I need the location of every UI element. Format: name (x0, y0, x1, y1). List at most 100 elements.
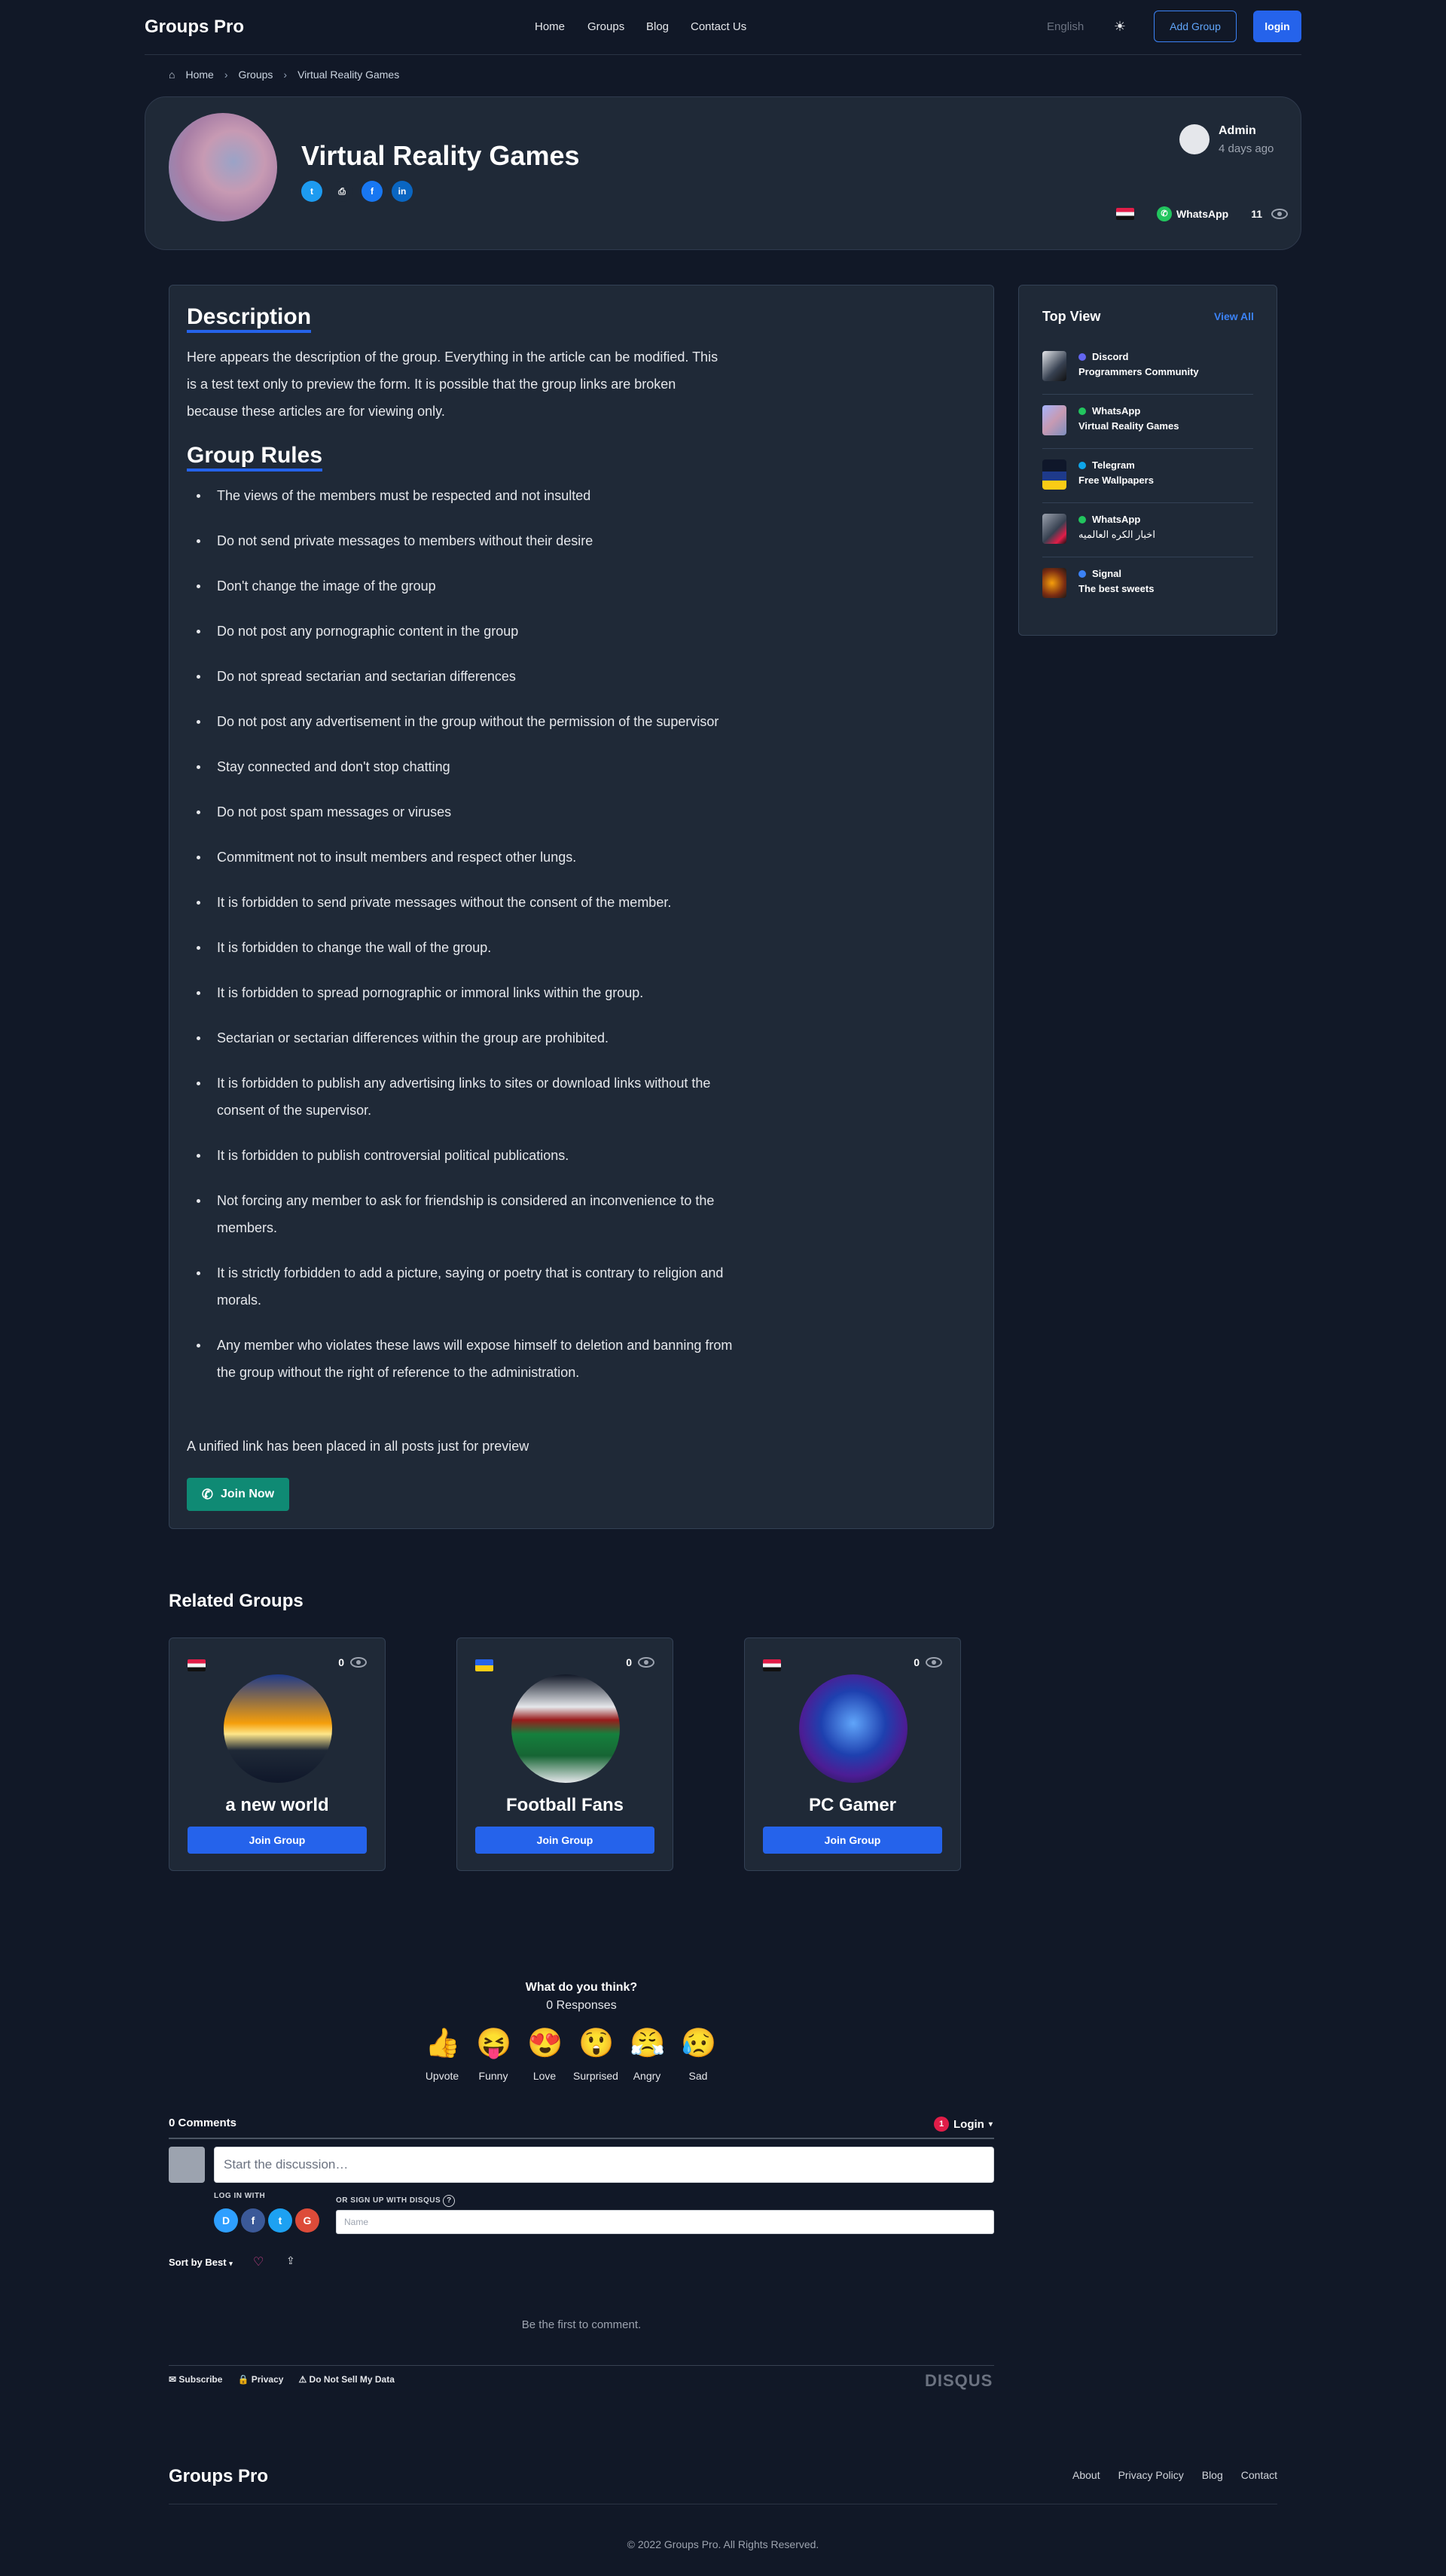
language-selector[interactable]: English (1047, 20, 1084, 33)
angry-face-icon: 😤 (630, 2028, 666, 2059)
nav-blog[interactable]: Blog (646, 20, 669, 33)
reaction-funny[interactable]: 😝 Funny (476, 2026, 511, 2082)
author-name[interactable]: Admin (1219, 124, 1256, 138)
name-input[interactable]: Name (336, 2210, 994, 2234)
top-view-item[interactable]: Telegram Free Wallpapers (1042, 449, 1253, 503)
google-icon[interactable]: G (295, 2208, 319, 2233)
related-group-card: 0 Football Fans Join Group (456, 1637, 673, 1871)
chevron-down-icon: ▾ (988, 2120, 993, 2129)
navbar-divider (145, 54, 1301, 55)
share-icon[interactable]: ⇪ (286, 2254, 295, 2267)
group-image (511, 1674, 620, 1783)
item-platform: Signal (1092, 568, 1122, 579)
group-name[interactable]: a new world (169, 1795, 385, 1816)
reactions-count: 0 Responses (546, 1999, 617, 2012)
rule-item: Stay connected and don't stop chatting (187, 753, 744, 780)
help-icon[interactable]: ? (443, 2195, 456, 2207)
rule-item: It is strictly forbidden to add a pictur… (187, 1259, 744, 1314)
do-not-sell-link[interactable]: ⚠ Do Not Sell My Data (298, 2374, 394, 2385)
group-name[interactable]: Football Fans (457, 1795, 673, 1816)
login-button[interactable]: login (1253, 11, 1301, 42)
breadcrumb: ⌂ Home › Groups › Virtual Reality Games (169, 69, 399, 81)
reaction-surprised[interactable]: 😲 Surprised (573, 2026, 618, 2082)
footer-link-contact[interactable]: Contact (1241, 2469, 1277, 2481)
facebook-icon[interactable]: f (241, 2208, 265, 2233)
breadcrumb-home[interactable]: Home (185, 69, 213, 81)
view-count: 0 (626, 1656, 632, 1668)
log-in-with-label: LOG IN WITH (214, 2192, 266, 2200)
facebook-share-icon[interactable]: f (362, 181, 383, 202)
linkedin-share-icon[interactable]: in (392, 181, 413, 202)
nav-groups[interactable]: Groups (587, 20, 624, 33)
eye-icon (1271, 209, 1289, 219)
view-all-link[interactable]: View All (1214, 310, 1254, 322)
join-group-button[interactable]: Join Group (475, 1827, 654, 1854)
whatsapp-icon (1078, 515, 1086, 523)
subscribe-link[interactable]: ✉ Subscribe (169, 2374, 222, 2385)
join-now-button[interactable]: ✆ Join Now (187, 1478, 289, 1511)
author-avatar (1179, 124, 1210, 154)
footer-link-privacy[interactable]: Privacy Policy (1118, 2469, 1184, 2481)
reaction-sad[interactable]: 😥 Sad (681, 2026, 716, 2082)
discord-icon (1078, 353, 1086, 361)
join-group-button[interactable]: Join Group (188, 1827, 367, 1854)
footer-link-about[interactable]: About (1072, 2469, 1100, 2481)
top-view-item[interactable]: Signal The best sweets (1042, 557, 1253, 612)
subscribe-label: Subscribe (178, 2374, 223, 2385)
heart-icon[interactable]: ♡ (253, 2254, 264, 2269)
site-logo[interactable]: Groups Pro (145, 17, 244, 38)
disqus-logo[interactable]: DISQUS (925, 2371, 993, 2391)
unified-link-note: A unified link has been placed in all po… (187, 1439, 529, 1454)
reaction-love[interactable]: 😍 Love (527, 2026, 563, 2082)
disqus-login[interactable]: 1 Login ▾ (934, 2117, 993, 2132)
footer-link-blog[interactable]: Blog (1202, 2469, 1223, 2481)
group-name[interactable]: PC Gamer (745, 1795, 960, 1816)
view-count: 0 (338, 1656, 344, 1668)
reaction-label: Sad (688, 2070, 708, 2082)
rule-item: Don't change the image of the group (187, 572, 744, 600)
comments-header (169, 2115, 994, 2139)
egypt-flag-icon (1116, 208, 1134, 220)
reaction-angry[interactable]: 😤 Angry (630, 2026, 666, 2082)
description-heading: Description (187, 304, 312, 333)
eye-icon (638, 1657, 654, 1668)
privacy-link[interactable]: 🔒 Privacy (237, 2374, 283, 2385)
rules-list: The views of the members must be respect… (187, 482, 744, 1404)
top-view-item[interactable]: Discord Programmers Community (1042, 340, 1253, 395)
breadcrumb-groups[interactable]: Groups (239, 69, 273, 81)
rule-item: Not forcing any member to ask for friend… (187, 1187, 744, 1241)
print-icon[interactable]: ⎙ (331, 181, 352, 202)
add-group-button[interactable]: Add Group (1154, 11, 1237, 42)
thumbs-up-icon: 👍 (425, 2028, 461, 2059)
reaction-upvote[interactable]: 👍 Upvote (425, 2026, 461, 2082)
item-platform: Discord (1092, 351, 1129, 362)
join-group-button[interactable]: Join Group (763, 1827, 942, 1854)
do-not-sell-label: Do Not Sell My Data (309, 2374, 395, 2385)
rule-item: The views of the members must be respect… (187, 482, 744, 509)
reaction-label: Upvote (425, 2070, 459, 2082)
eye-icon (350, 1657, 367, 1668)
home-icon: ⌂ (169, 69, 175, 81)
rule-item: Do not spread sectarian and sectarian di… (187, 663, 744, 690)
rule-item: Do not post any advertisement in the gro… (187, 708, 744, 735)
nav-contact[interactable]: Contact Us (691, 20, 746, 33)
mail-icon: ✉ (169, 2374, 177, 2385)
rule-item: It is forbidden to send private messages… (187, 889, 744, 916)
sort-dropdown[interactable]: Sort by Best ▾ (169, 2257, 233, 2268)
twitter-share-icon[interactable]: t (301, 181, 322, 202)
twitter-icon[interactable]: t (268, 2208, 292, 2233)
nav-home[interactable]: Home (535, 20, 565, 33)
item-platform: WhatsApp (1092, 405, 1141, 417)
footer-logo[interactable]: Groups Pro (169, 2466, 268, 2487)
top-view-item[interactable]: WhatsApp اخبار الكره العالميه (1042, 503, 1253, 557)
rules-heading: Group Rules (187, 443, 323, 472)
disqus-footer: ✉ Subscribe 🔒 Privacy ⚠ Do Not Sell My D… (169, 2374, 395, 2385)
reactions-bar: 👍 Upvote 😝 Funny 😍 Love 😲 Surprised 😤 Angry 😥… (425, 2026, 716, 2082)
comment-input[interactable]: Start the discussion… (214, 2147, 994, 2183)
theme-toggle-icon[interactable]: ☀ (1112, 18, 1128, 35)
disqus-icon[interactable]: D (214, 2208, 238, 2233)
top-view-item[interactable]: WhatsApp Virtual Reality Games (1042, 395, 1253, 449)
reaction-label: Funny (478, 2070, 508, 2082)
item-platform: Telegram (1092, 459, 1135, 471)
rule-item: It is forbidden to publish any advertisi… (187, 1070, 744, 1124)
